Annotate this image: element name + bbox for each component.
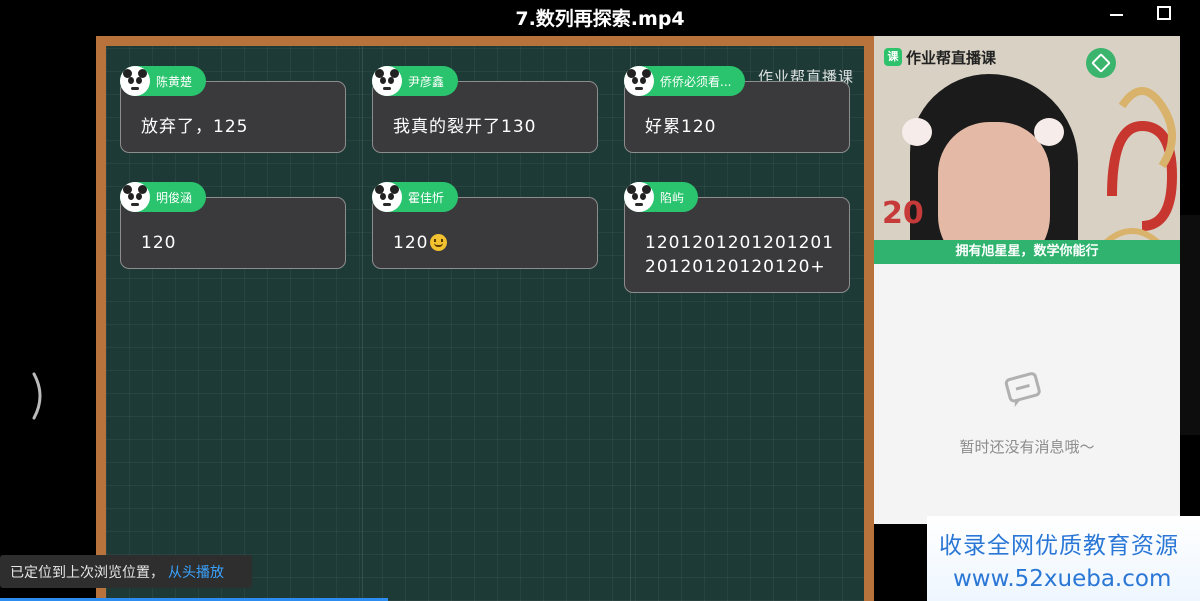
user-tag: 陷屿	[624, 182, 699, 212]
previous-arrow-icon[interactable]	[26, 368, 48, 424]
panda-avatar-icon	[624, 66, 654, 96]
brand-name: 作业帮直播课	[906, 48, 997, 67]
user-name: 陈黄楚	[156, 74, 193, 89]
slogan-banner: 拥有旭星星，数学你能行	[874, 240, 1180, 264]
channel-logo-icon	[1086, 48, 1116, 78]
side-panel-edge	[1180, 215, 1200, 435]
title-bar: 7.数列再探索.mp4	[0, 0, 1200, 34]
brand-logo: 课 作业帮直播课	[884, 46, 996, 68]
maximize-icon[interactable]	[1152, 4, 1176, 24]
promo-watermark: 收录全网优质教育资源 www.52xueba.com	[927, 516, 1200, 601]
promo-url: www.52xueba.com	[953, 566, 1172, 592]
decorative-pattern	[1102, 87, 1178, 249]
minimize-icon[interactable]	[1104, 4, 1128, 24]
bear-ear-icon	[1034, 118, 1064, 146]
year-fragment: 20	[882, 196, 924, 231]
user-tag: 霍佳忻	[372, 182, 459, 212]
chat-panel: 暂时还没有消息哦～	[874, 264, 1180, 524]
user-tag: 陈黄楚	[120, 66, 207, 96]
chalkboard: 作业帮直播课 放弃了，125 陈黄楚 我真的裂开了130 尹彦鑫 好累120 侨…	[96, 36, 874, 601]
message-line: 1201201201201201	[645, 233, 835, 253]
brand-icon: 课	[884, 48, 902, 66]
panda-avatar-icon	[624, 182, 654, 212]
panda-avatar-icon	[120, 66, 150, 96]
user-name: 陷屿	[660, 190, 685, 205]
message-text: 120	[393, 233, 429, 253]
user-name: 侨侨必须看...	[660, 74, 732, 89]
teacher-video: 20 课 作业帮直播课 拥有旭星星，数学你能行	[874, 36, 1180, 264]
user-tag: 侨侨必须看...	[624, 66, 746, 96]
board-guide	[362, 46, 363, 601]
user-name: 尹彦鑫	[408, 74, 445, 89]
panda-avatar-icon	[372, 182, 402, 212]
resume-toast: 已定位到上次浏览位置， 从头播放	[0, 555, 252, 588]
user-name: 明俊涵	[156, 190, 193, 205]
smiley-icon	[430, 234, 448, 251]
window-title: 7.数列再探索.mp4	[515, 8, 685, 30]
replay-from-start-link[interactable]: 从头播放	[168, 562, 224, 582]
toast-message: 已定位到上次浏览位置，	[10, 564, 164, 581]
message-line: 20120120120120+	[645, 257, 826, 277]
empty-chat-text: 暂时还没有消息哦～	[959, 438, 1095, 456]
user-tag: 明俊涵	[120, 182, 207, 212]
promo-line: 收录全网优质教育资源	[939, 533, 1179, 559]
panda-avatar-icon	[120, 182, 150, 212]
user-name: 霍佳忻	[408, 190, 445, 205]
bear-ear-icon	[902, 118, 932, 146]
user-tag: 尹彦鑫	[372, 66, 459, 96]
panda-avatar-icon	[372, 66, 402, 96]
empty-message-icon	[1004, 372, 1041, 408]
